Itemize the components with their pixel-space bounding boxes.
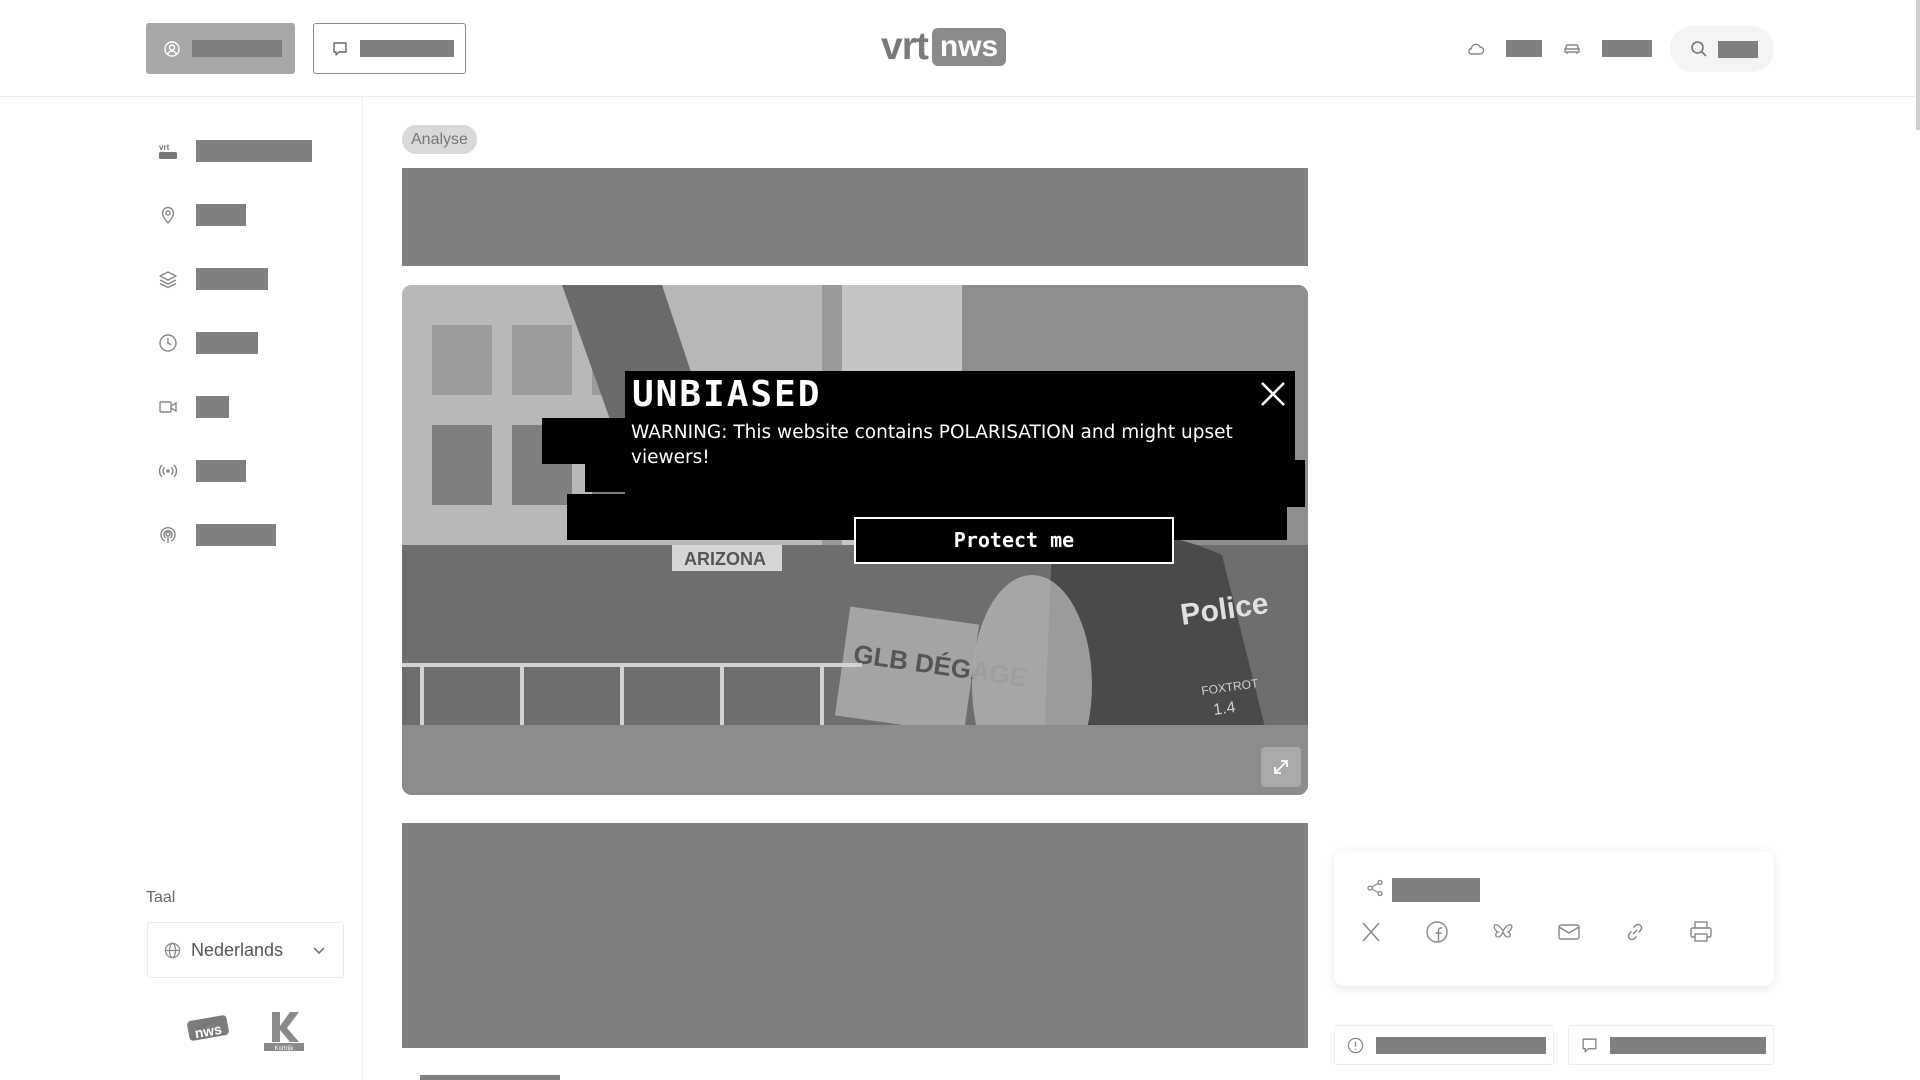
mail-icon[interactable] — [1556, 919, 1582, 945]
login-button[interactable] — [146, 23, 295, 74]
link-icon[interactable] — [1622, 919, 1648, 945]
react-label-redacted — [1610, 1036, 1766, 1054]
sidebar-item-live[interactable] — [158, 458, 246, 484]
feedback-label-redacted — [360, 40, 454, 57]
search-label-redacted — [1718, 40, 1758, 58]
sidebar-label-redacted — [196, 396, 229, 418]
sidebar-label-redacted — [196, 204, 246, 226]
nws-app-logo[interactable]: nws — [186, 1013, 230, 1050]
sidebar-label-redacted — [196, 524, 276, 546]
logo-vrt-text: vrt — [881, 25, 929, 68]
language-heading: Taal — [146, 889, 176, 906]
podcast-icon — [160, 526, 176, 543]
nws-app-logo-text: nws — [193, 1021, 223, 1042]
sidebar-item-podcasts[interactable] — [158, 522, 276, 548]
share-icon — [1367, 879, 1383, 897]
kortrijk-logo-text: Kortrijk — [275, 1046, 295, 1052]
clock-icon — [159, 334, 177, 352]
comment-icon — [1582, 1037, 1597, 1053]
sidebar-item-dossiers[interactable] — [158, 266, 268, 292]
video-camera-icon — [159, 401, 177, 413]
chevron-down-icon — [313, 947, 325, 955]
article-title-redacted — [402, 168, 1308, 266]
user-icon — [164, 40, 180, 57]
vrt-nws-mini-icon: vrt — [159, 143, 177, 159]
sidebar-label-redacted — [196, 140, 312, 162]
print-icon[interactable] — [1688, 919, 1714, 945]
weather-label-redacted — [1506, 40, 1542, 57]
layers-icon — [159, 271, 177, 289]
sidebar-label-redacted — [196, 460, 246, 482]
sidebar-item-laatste[interactable] — [158, 330, 258, 356]
globe-icon — [164, 942, 181, 958]
scrollbar-thumb[interactable] — [1916, 0, 1920, 130]
sidebar-item-vrt-nws[interactable]: vrt — [158, 138, 312, 164]
react-button[interactable] — [1568, 1025, 1774, 1065]
popup-warning-text: WARNING: This website contains POLARISAT… — [631, 422, 1233, 468]
feedback-button[interactable] — [313, 23, 466, 74]
share-label-redacted — [1392, 878, 1480, 902]
info-icon — [1347, 1037, 1364, 1053]
car-icon — [1564, 43, 1580, 54]
sidebar-label-redacted — [196, 268, 268, 290]
broadcast-icon — [158, 464, 178, 478]
kortrijk-logo[interactable]: Kortrijk — [262, 1010, 306, 1057]
language-select[interactable]: Nederlands — [147, 922, 344, 978]
popup-close-button[interactable] — [1257, 378, 1289, 410]
weather-icon — [1468, 43, 1485, 55]
search-icon — [1691, 41, 1707, 57]
expand-icon — [1274, 760, 1288, 774]
sidebar-item-video[interactable] — [158, 394, 229, 420]
x-twitter-icon[interactable] — [1358, 919, 1384, 945]
article-lead-redacted — [402, 823, 1308, 1048]
location-pin-icon — [161, 206, 175, 225]
weather-link[interactable] — [1466, 26, 1542, 71]
top-header: vrt nws — [0, 0, 1920, 97]
svg-text:vrt: vrt — [159, 143, 170, 152]
sidebar-label-redacted — [196, 332, 258, 354]
chat-icon — [333, 41, 347, 56]
search-button[interactable] — [1670, 26, 1774, 72]
language-selected-label: Nederlands — [191, 939, 284, 960]
facebook-icon[interactable] — [1424, 919, 1450, 945]
login-label-redacted — [192, 40, 282, 57]
close-icon — [1261, 382, 1285, 406]
protect-me-button[interactable]: Protect me — [854, 517, 1174, 564]
report-error-button[interactable] — [1334, 1025, 1554, 1065]
logo-nws-text: nws — [931, 28, 1007, 66]
traffic-label-redacted — [1602, 40, 1652, 57]
sidebar-item-regio[interactable] — [158, 202, 246, 228]
article-tag[interactable]: Analyse — [402, 125, 477, 154]
report-label-redacted — [1376, 1036, 1546, 1054]
photo-sign-arizona: ARIZONA — [684, 549, 766, 569]
popup-title: UNBIASED — [632, 374, 822, 415]
photo-number-text: 1.4 — [1212, 699, 1236, 719]
bluesky-icon[interactable] — [1490, 919, 1516, 945]
fullscreen-button[interactable] — [1261, 747, 1301, 787]
vrt-nws-logo[interactable]: vrt nws — [881, 25, 1007, 68]
share-card — [1334, 851, 1774, 986]
traffic-link[interactable] — [1562, 26, 1652, 71]
share-icons-row — [1358, 919, 1714, 945]
article-byline-redacted — [420, 1075, 560, 1080]
